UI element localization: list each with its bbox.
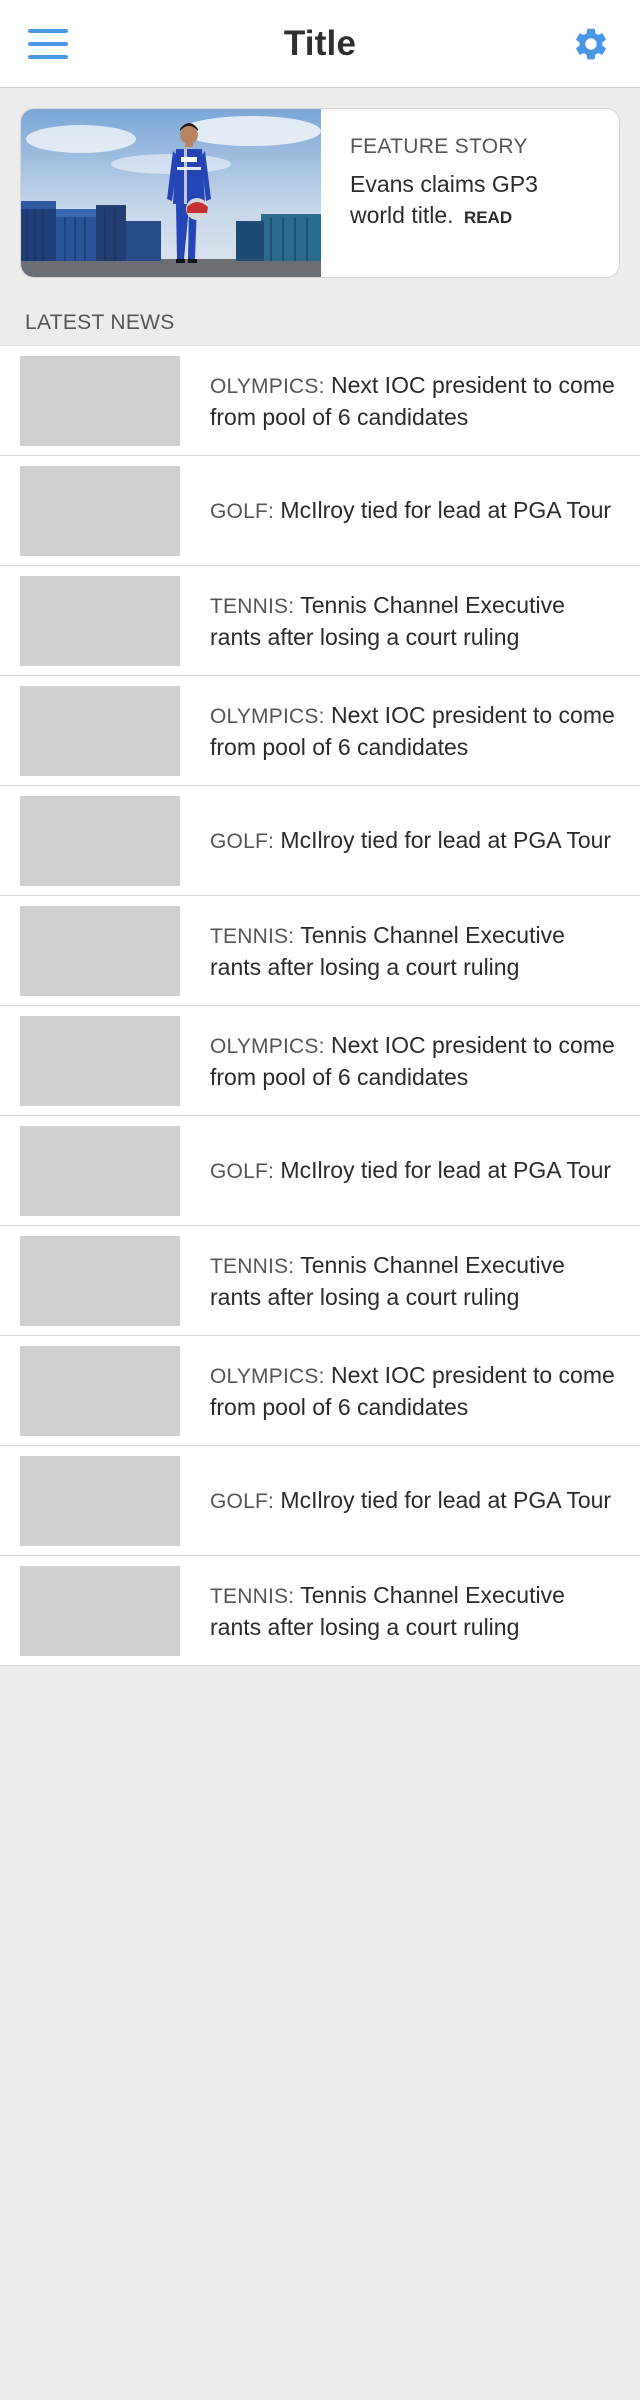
feature-kicker: FEATURE STORY [350, 135, 528, 158]
news-text: TENNIS: Tennis Channel Executive rants a… [210, 1250, 620, 1312]
news-category: GOLF: [210, 499, 275, 523]
news-thumbnail [20, 1235, 180, 1326]
news-list-item[interactable]: TENNIS: Tennis Channel Executive rants a… [0, 566, 640, 676]
news-thumbnail [20, 465, 180, 556]
news-text: OLYMPICS: Next IOC president to come fro… [210, 370, 620, 432]
gear-icon [576, 28, 606, 60]
news-text: OLYMPICS: Next IOC president to come fro… [210, 700, 620, 762]
news-thumbnail [20, 1015, 180, 1106]
news-list-item[interactable]: GOLF: McIlroy tied for lead at PGA Tour [0, 456, 640, 566]
news-list-item[interactable]: TENNIS: Tennis Channel Executive rants a… [0, 1556, 640, 1666]
hamburger-menu-icon [28, 29, 68, 33]
news-list-item[interactable]: OLYMPICS: Next IOC president to come fro… [0, 1006, 640, 1116]
news-thumbnail [20, 905, 180, 996]
news-text: GOLF: McIlroy tied for lead at PGA Tour [210, 1155, 620, 1187]
news-category: GOLF: [210, 829, 275, 853]
news-thumbnail [20, 1565, 180, 1656]
news-thumbnail [20, 685, 180, 776]
news-list: OLYMPICS: Next IOC president to come fro… [0, 345, 640, 1666]
news-category: TENNIS: [210, 924, 295, 948]
news-headline: McIlroy tied for lead at PGA Tour [280, 1156, 612, 1183]
news-list-item[interactable]: OLYMPICS: Next IOC president to come fro… [0, 1336, 640, 1446]
settings-button[interactable] [572, 25, 610, 63]
news-list-item[interactable]: OLYMPICS: Next IOC president to come fro… [0, 676, 640, 786]
feature-image [21, 109, 321, 277]
news-category: GOLF: [210, 1489, 275, 1513]
news-text: GOLF: McIlroy tied for lead at PGA Tour [210, 825, 620, 857]
page-title: Title [283, 23, 357, 63]
news-category: TENNIS: [210, 1584, 295, 1608]
news-category: TENNIS: [210, 1254, 295, 1278]
news-text: TENNIS: Tennis Channel Executive rants a… [210, 1580, 620, 1642]
news-thumbnail [20, 1125, 180, 1216]
news-list-item[interactable]: TENNIS: Tennis Channel Executive rants a… [0, 896, 640, 1006]
menu-button[interactable] [26, 26, 70, 62]
app-header: Title [0, 0, 640, 88]
feature-story-card[interactable]: FEATURE STORY Evans claims GP3 world tit… [20, 108, 620, 278]
news-list-item[interactable]: OLYMPICS: Next IOC president to come fro… [0, 346, 640, 456]
feature-headline: Evans claims GP3 world title. READ [350, 169, 580, 233]
news-text: GOLF: McIlroy tied for lead at PGA Tour [210, 495, 620, 527]
news-text: OLYMPICS: Next IOC president to come fro… [210, 1030, 620, 1092]
section-label-latest-news: LATEST NEWS [25, 311, 175, 334]
news-category: GOLF: [210, 1159, 275, 1183]
news-headline: McIlroy tied for lead at PGA Tour [280, 496, 612, 523]
news-list-item[interactable]: GOLF: McIlroy tied for lead at PGA Tour [0, 1116, 640, 1226]
news-category: OLYMPICS: [210, 374, 325, 398]
news-category: OLYMPICS: [210, 1034, 325, 1058]
feature-text: FEATURE STORY Evans claims GP3 world tit… [321, 109, 580, 277]
hamburger-menu-icon [28, 55, 68, 59]
news-text: TENNIS: Tennis Channel Executive rants a… [210, 920, 620, 982]
news-thumbnail [20, 1455, 180, 1546]
news-category: OLYMPICS: [210, 704, 325, 728]
news-list-item[interactable]: GOLF: McIlroy tied for lead at PGA Tour [0, 786, 640, 896]
news-category: TENNIS: [210, 594, 295, 618]
news-text: TENNIS: Tennis Channel Executive rants a… [210, 590, 620, 652]
news-thumbnail [20, 1345, 180, 1436]
news-list-item[interactable]: TENNIS: Tennis Channel Executive rants a… [0, 1226, 640, 1336]
news-thumbnail [20, 575, 180, 666]
news-headline: McIlroy tied for lead at PGA Tour [280, 1486, 612, 1513]
news-list-item[interactable]: GOLF: McIlroy tied for lead at PGA Tour [0, 1446, 640, 1556]
news-text: GOLF: McIlroy tied for lead at PGA Tour [210, 1485, 620, 1517]
news-headline: McIlroy tied for lead at PGA Tour [280, 826, 612, 853]
hamburger-menu-icon [28, 42, 68, 46]
read-link[interactable]: READ [464, 208, 512, 227]
news-thumbnail [20, 795, 180, 886]
news-category: OLYMPICS: [210, 1364, 325, 1388]
news-text: OLYMPICS: Next IOC president to come fro… [210, 1360, 620, 1422]
news-thumbnail [20, 355, 180, 446]
